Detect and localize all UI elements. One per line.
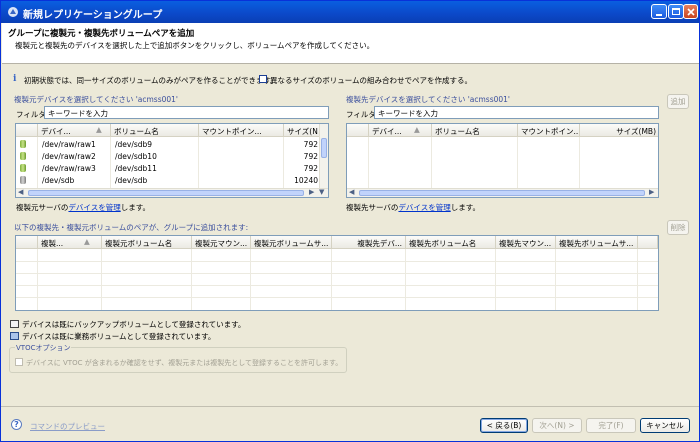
scroll-thumb[interactable] (321, 138, 327, 158)
source-manage-devices: 複製元サーバのデバイスを管理します。 (16, 203, 150, 212)
target-col-device[interactable]: デバイ... ▲ (369, 124, 432, 137)
page-heading: グループに複製元・複製先ボリュームペアを追加 (8, 29, 195, 39)
source-col-size[interactable]: サイズ(N (284, 124, 320, 137)
business-legend-text: デバイスは既に業務ボリュームとして登録されています。 (22, 332, 216, 341)
scroll-thumb[interactable] (28, 190, 304, 196)
scroll-left-icon[interactable]: ◀ (349, 188, 354, 196)
command-preview-link[interactable]: コマンドのプレビュー (30, 421, 105, 432)
target-col-size[interactable]: サイズ(MB) (580, 124, 658, 137)
target-manage-devices: 複製先サーバのデバイスを管理します。 (346, 203, 480, 212)
source-device-table[interactable]: デバイ... ▲ ボリューム名 マウントポイン... サイズ(N /dev/ra… (15, 123, 329, 198)
pairs-group-title: 以下の複製先・複製元ボリュームのペアが、グループに追加されます: (14, 223, 249, 232)
dialog-window: 新規レプリケーショングループ グループに複製元・複製先ボリュームペアを追加 複製… (0, 0, 700, 442)
scroll-right-icon[interactable]: ▶ (649, 188, 654, 196)
target-device-table[interactable]: デバイ... ▲ ボリューム名 マウントポイン... サイズ(MB) ◀ ▶ (346, 123, 659, 198)
target-col-icon (347, 124, 369, 137)
table-row[interactable]: /dev/raw/raw2 /dev/sdb10 792 (16, 150, 320, 162)
pair-col-source-device[interactable]: 複製... ▲ (38, 236, 102, 249)
scroll-right-icon[interactable]: ▶ (309, 188, 314, 196)
target-group-title: 複製先デバイスを選択してください 'acmss001' (346, 95, 510, 104)
source-col-volume[interactable]: ボリューム名 (111, 124, 199, 137)
add-button[interactable]: 追加 (667, 94, 689, 109)
source-manage-devices-link[interactable]: デバイスを管理 (68, 203, 120, 212)
pair-table[interactable]: 複製... ▲ 複製元ボリューム名 複製元マウン... 複製元ボリュームサ...… (15, 235, 659, 311)
app-icon (8, 7, 18, 17)
target-manage-devices-link[interactable]: デバイスを管理 (398, 203, 450, 212)
window-title: 新規レプリケーショングループ (23, 10, 163, 21)
maximize-button[interactable] (668, 4, 684, 19)
vtoc-checkbox-label: デバイスに VTOC が含まれるか確認をせず、複製元または複製先として登録するこ… (26, 359, 343, 367)
backup-legend-swatch (10, 320, 19, 328)
source-col-device[interactable]: デバイ... ▲ (38, 124, 111, 137)
next-button[interactable]: 次へ(N) > (532, 418, 582, 433)
minimize-icon (656, 14, 662, 16)
pair-col-icon (16, 236, 38, 249)
pair-col-target-size[interactable]: 複製先ボリュームサ... (556, 236, 638, 249)
source-col-mount[interactable]: マウントポイン... (199, 124, 284, 137)
source-col-icon (16, 124, 38, 137)
source-filter-input[interactable]: キーワードを入力 (44, 106, 329, 119)
pair-col-source-volume[interactable]: 複製元ボリューム名 (102, 236, 192, 249)
target-col-mount[interactable]: マウントポイン... (518, 124, 580, 137)
close-icon (687, 8, 695, 16)
vtoc-checkbox[interactable] (15, 358, 23, 366)
scroll-down-icon[interactable]: ▼ (319, 188, 324, 196)
pair-col-source-size[interactable]: 複製元ボリュームサ... (251, 236, 332, 249)
info-text: 初期状態では、同一サイズのボリュームのみがペアを作ることができます。 (24, 76, 278, 85)
different-size-checkbox-label: 異なるサイズのボリュームの組み合わせでペアを作成する。 (270, 76, 473, 85)
disk-icon (20, 176, 26, 184)
page-description: 複製元と複製先のデバイスを選択した上で追加ボタンをクリックし、ボリュームペアを作… (15, 41, 375, 50)
table-row[interactable]: /dev/raw/raw3 /dev/sdb11 792 (16, 162, 320, 174)
target-horizontal-scrollbar[interactable]: ◀ ▶ (347, 188, 658, 197)
source-group-title: 複製元デバイスを選択してください 'acmss001' (14, 95, 178, 104)
scroll-left-icon[interactable]: ◀ (18, 188, 23, 196)
help-icon[interactable]: ? (11, 419, 22, 430)
target-col-volume[interactable]: ボリューム名 (432, 124, 518, 137)
table-row[interactable]: /dev/raw/raw1 /dev/sdb9 792 (16, 138, 320, 150)
finish-button[interactable]: 完了(F) (586, 418, 636, 433)
business-volume-icon (20, 140, 26, 148)
remove-button[interactable]: 削除 (667, 220, 689, 235)
table-row[interactable]: /dev/sdb /dev/sdb 10240 (16, 174, 320, 186)
pair-col-source-mount[interactable]: 複製元マウン... (192, 236, 251, 249)
wizard-banner: グループに複製元・複製先ボリュームペアを追加 複製元と複製先のデバイスを選択した… (2, 23, 699, 64)
minimize-button[interactable] (651, 4, 667, 19)
pair-col-target-device[interactable]: 複製先デバ... (332, 236, 406, 249)
target-filter-input[interactable]: キーワードを入力 (374, 106, 659, 119)
close-button[interactable] (683, 4, 698, 19)
maximize-icon (672, 8, 680, 15)
vtoc-group-title: VTOCオプション (15, 343, 72, 353)
sort-asc-icon: ▲ (96, 125, 102, 134)
footer-separator (1, 406, 699, 407)
different-size-checkbox[interactable] (259, 75, 267, 83)
backup-legend-text: デバイスは既にバックアップボリュームとして登録されています。 (22, 320, 246, 329)
sort-asc-icon: ▲ (84, 237, 90, 246)
pair-col-target-volume[interactable]: 複製先ボリューム名 (406, 236, 496, 249)
sort-asc-icon: ▲ (414, 125, 420, 134)
business-volume-icon (20, 152, 26, 160)
scroll-thumb[interactable] (359, 190, 645, 196)
pair-col-filler (638, 236, 658, 249)
info-icon: i (13, 74, 17, 84)
business-volume-icon (20, 164, 26, 172)
title-bar[interactable]: 新規レプリケーショングループ (1, 1, 699, 23)
back-button[interactable]: < 戻る(B) (480, 418, 528, 433)
pair-col-target-mount[interactable]: 複製先マウン... (496, 236, 556, 249)
cancel-button[interactable]: キャンセル (640, 418, 690, 433)
source-horizontal-scrollbar[interactable]: ◀ ▶ ▼ (16, 188, 328, 197)
business-legend-swatch (10, 332, 19, 340)
source-vertical-scrollbar[interactable] (319, 124, 328, 188)
